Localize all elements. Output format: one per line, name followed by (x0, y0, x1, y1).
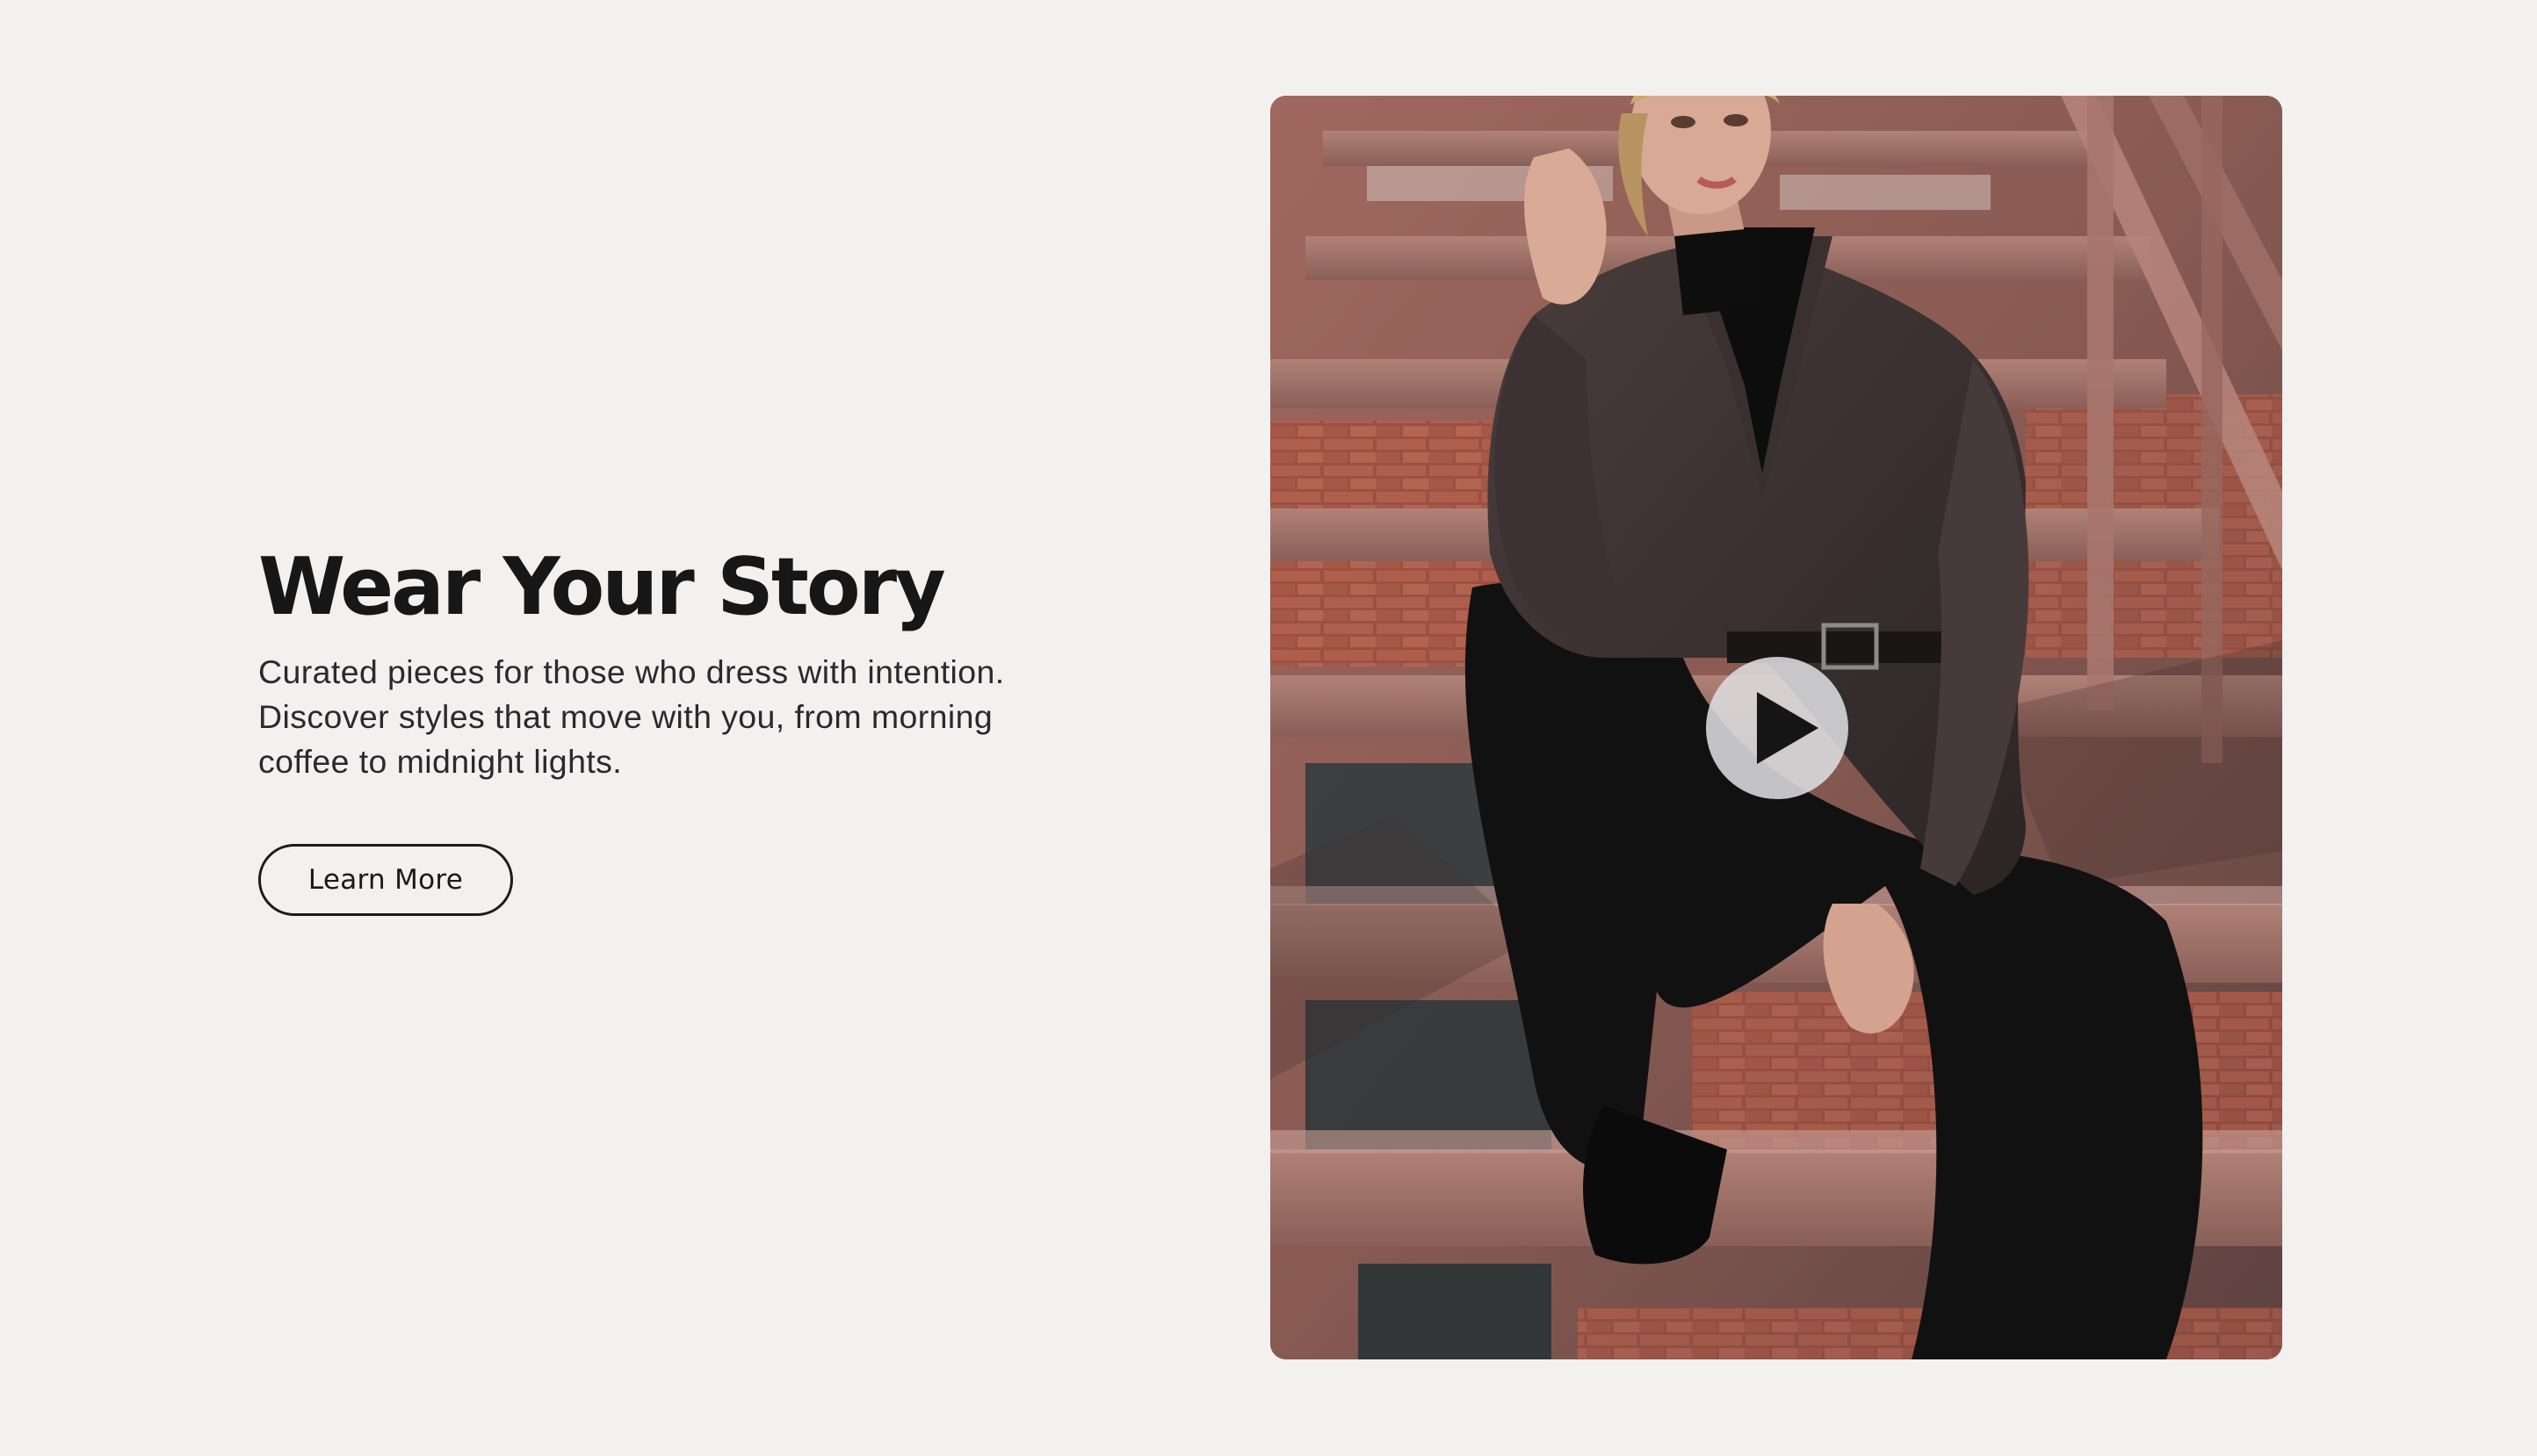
hero-description: Curated pieces for those who dress with … (258, 653, 1005, 780)
play-icon (1757, 692, 1818, 764)
video-player[interactable] (1270, 96, 2282, 1359)
play-button[interactable] (1706, 657, 1848, 799)
hero-text: Wear Your Story Curated pieces for those… (258, 527, 1102, 784)
learn-more-button[interactable]: Learn More (258, 844, 513, 916)
hero-title: Wear Your Story (258, 541, 946, 633)
